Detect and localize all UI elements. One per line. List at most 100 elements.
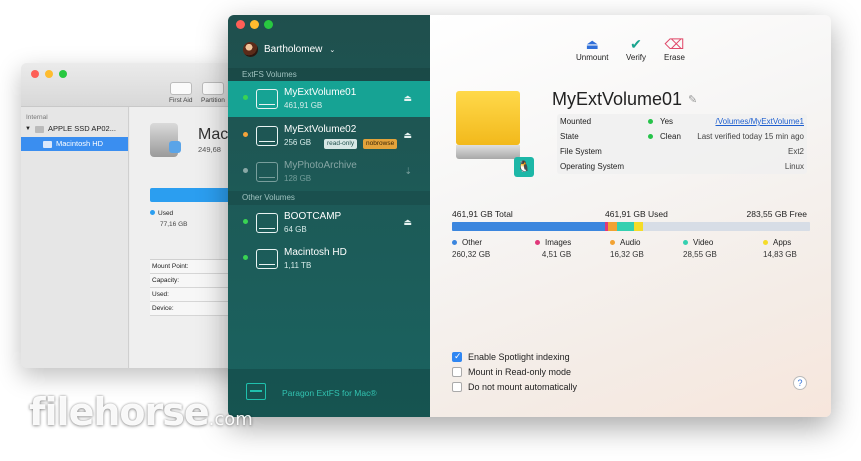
status-dot-icon: [243, 219, 248, 224]
capacity-total: 461,91 GB Total: [452, 209, 513, 219]
sidebar-item-bootcamp[interactable]: BOOTCAMP 64 GB ⏏: [228, 205, 430, 241]
legend-dot-icon: [150, 210, 155, 215]
sidebar-item-myextvolume02[interactable]: MyExtVolume02 256 GB read-only nobrowse …: [228, 118, 430, 154]
bg-zoom-button[interactable]: [59, 70, 67, 78]
info-row-operating-system: Operating System Linux: [560, 162, 804, 171]
bg-minimize-button[interactable]: [45, 70, 53, 78]
brand-name: Paragon ExtFS for Mac®: [282, 388, 377, 398]
main-content: ⏏ Unmount ✔ Verify ⌫ Erase 🐧 MyExtVolume…: [430, 15, 831, 417]
bg-close-button[interactable]: [31, 70, 39, 78]
drive-icon: [256, 162, 278, 182]
volume-name: MyExtVolume02: [284, 124, 357, 135]
bg-window-controls: [31, 70, 67, 78]
option-read-only[interactable]: Mount in Read-only mode: [452, 364, 577, 379]
hard-disk-icon: [150, 123, 181, 157]
mount-path-link[interactable]: /Volumes/MyExtVolume1: [716, 117, 804, 126]
checkbox[interactable]: [452, 366, 462, 377]
bg-used-label: Used: [150, 210, 173, 217]
volume-size: 64 GB: [284, 225, 307, 234]
bg-first-aid-button[interactable]: First Aid: [169, 82, 192, 104]
checkbox[interactable]: [452, 351, 462, 362]
status-dot-icon: [243, 132, 248, 137]
volume-name: BOOTCAMP: [284, 211, 342, 222]
eraser-icon: ⌫: [664, 36, 685, 52]
mount-options: Enable Spotlight indexing Mount in Read-…: [452, 349, 577, 394]
disclosure-triangle-icon[interactable]: ▼: [25, 122, 31, 136]
legend-dot-icon: [763, 240, 768, 245]
eject-icon[interactable]: ⏏: [403, 93, 412, 104]
partition-icon: [201, 82, 224, 95]
volume-title: MyExtVolume01: [552, 89, 683, 109]
capacity-segment-video: [617, 222, 635, 231]
legend-images: Images 4,51 GB: [535, 238, 571, 259]
erase-button[interactable]: ⌫ Erase: [664, 35, 685, 62]
capacity-used: 461,91 GB Used: [605, 209, 668, 219]
drive-icon: [256, 213, 278, 233]
mount-icon[interactable]: ⇣: [404, 166, 412, 177]
nobrowse-badge: nobrowse: [363, 139, 398, 149]
help-button[interactable]: ?: [793, 376, 807, 390]
capacity-bar: [452, 222, 810, 231]
legend-audio: Audio 16,32 GB: [610, 238, 644, 259]
sidebar-item-myextvolume01[interactable]: MyExtVolume01 461,91 GB ⏏: [228, 81, 430, 117]
eject-icon[interactable]: ⏏: [403, 130, 412, 141]
bg-used-value: 77,16 GB: [160, 221, 188, 228]
drive-icon: [256, 126, 278, 146]
sidebar-item-myphotoarchive[interactable]: MyPhotoArchive 128 GB ⇣: [228, 154, 430, 190]
bg-partition-button[interactable]: Partition: [201, 82, 225, 104]
extfs-window: Bartholomew ⌄ ExtFS Volumes MyExtVolume0…: [228, 15, 831, 417]
info-row-state: State Clean Last verified today 15 min a…: [560, 132, 804, 141]
bg-sidebar: Internal ▼ APPLE SSD AP02... Macintosh H…: [21, 107, 129, 368]
eject-icon[interactable]: ⏏: [403, 217, 412, 228]
sidebar: Bartholomew ⌄ ExtFS Volumes MyExtVolume0…: [228, 15, 430, 417]
bg-sidebar-item-macintosh-hd[interactable]: Macintosh HD: [21, 137, 128, 151]
pencil-icon[interactable]: ✎: [688, 93, 697, 106]
capacity-segment-other: [452, 222, 606, 231]
info-row-file-system: File System Ext2: [560, 147, 804, 156]
bg-sidebar-item-ssd[interactable]: ▼ APPLE SSD AP02...: [21, 122, 128, 136]
capacity-segment-apps: [634, 222, 643, 231]
legend-video: Video 28,55 GB: [683, 238, 717, 259]
sidebar-item-macintosh-hd[interactable]: Macintosh HD 1,11 TB: [228, 241, 430, 277]
disk-icon: [35, 125, 44, 133]
status-dot-icon: [243, 168, 248, 173]
capacity-segment-free: [643, 222, 810, 231]
volume-size: 256 GB: [284, 138, 312, 147]
brand-footer: Paragon ExtFS for Mac®: [228, 369, 430, 417]
volume-name: MyExtVolume01: [284, 87, 357, 98]
user-menu[interactable]: Bartholomew ⌄: [243, 42, 335, 57]
unmount-button[interactable]: ⏏ Unmount: [576, 35, 608, 62]
zoom-button[interactable]: [264, 20, 273, 29]
status-dot-icon: [243, 95, 248, 100]
toolbar: ⏏ Unmount ✔ Verify ⌫ Erase: [430, 15, 831, 69]
drive-icon: [256, 249, 278, 269]
drive-icon: [256, 89, 278, 109]
status-dot-icon: [648, 134, 653, 139]
checkbox[interactable]: [452, 381, 462, 392]
window-controls: [236, 20, 273, 29]
close-button[interactable]: [236, 20, 245, 29]
legend-dot-icon: [452, 240, 457, 245]
status-dot-icon: [243, 255, 248, 260]
option-no-automount[interactable]: Do not mount automatically: [452, 379, 577, 394]
legend-dot-icon: [683, 240, 688, 245]
verify-button[interactable]: ✔ Verify: [626, 35, 646, 62]
user-name: Bartholomew: [264, 44, 323, 55]
capacity-segment-audio: [607, 222, 618, 231]
volume-name: Macintosh HD: [284, 247, 347, 258]
volume-disk-icon: 🐧: [452, 91, 534, 177]
volume-size: 1,11 TB: [284, 261, 312, 270]
legend-dot-icon: [610, 240, 615, 245]
sidebar-section-other: Other Volumes: [228, 191, 430, 205]
eject-icon: ⏏: [585, 36, 599, 52]
status-dot-icon: [648, 119, 653, 124]
read-only-badge: read-only: [324, 139, 358, 149]
avatar: [243, 42, 258, 57]
minimize-button[interactable]: [250, 20, 259, 29]
stethoscope-icon: [169, 82, 192, 95]
chevron-down-icon: ⌄: [329, 46, 336, 54]
option-spotlight[interactable]: Enable Spotlight indexing: [452, 349, 577, 364]
volume-size: 128 GB: [284, 174, 312, 183]
linux-penguin-icon: 🐧: [514, 157, 534, 177]
screenshot-stage: First Aid Partition Internal ▼ APPLE SSD…: [0, 0, 861, 461]
